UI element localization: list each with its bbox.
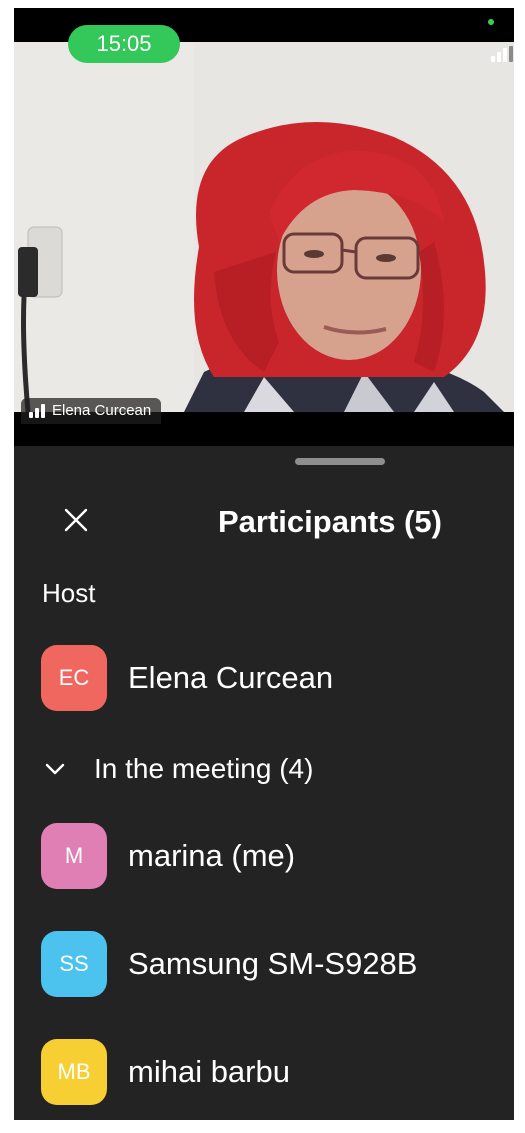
avatar: EC [41,645,107,711]
participants-sheet: Participants (5) Host EC Elena Curcean I… [14,446,514,1120]
close-icon [64,508,88,532]
participant-name: mihai barbu [128,1054,290,1089]
participant-row[interactable]: SS Samsung SM-S928B [41,930,491,998]
signal-bars-icon [29,404,45,418]
speaker-name-label: Elena Curcean [52,402,152,419]
phone-screen: 15:05 Elena Curcean Participants (5) Hos… [14,8,514,1120]
participant-row[interactable]: MB mihai barbu [41,1038,491,1106]
mic-indicator-dot [488,19,494,25]
host-section-header: Host [42,578,96,608]
status-time: 15:05 [68,25,180,63]
in-meeting-section-toggle[interactable]: In the meeting (4) [44,752,313,786]
participant-name: Samsung SM-S928B [128,946,418,981]
panel-title: Participants (5) [218,504,442,539]
chevron-down-icon [45,763,65,775]
participant-row-host[interactable]: EC Elena Curcean [41,644,491,712]
sheet-drag-handle[interactable] [295,458,385,465]
participant-row[interactable]: M marina (me) [41,822,491,890]
video-frame-illustration [14,42,514,412]
close-button[interactable] [58,502,94,538]
avatar: M [41,823,107,889]
speaker-name-tag: Elena Curcean [21,398,162,424]
signal-bars-icon [491,46,513,62]
avatar: MB [41,1039,107,1105]
active-speaker-video[interactable] [14,42,514,412]
participant-name: marina (me) [128,838,296,873]
participant-name: Elena Curcean [128,660,334,695]
avatar: SS [41,931,107,997]
in-meeting-section-label: In the meeting (4) [94,753,314,784]
